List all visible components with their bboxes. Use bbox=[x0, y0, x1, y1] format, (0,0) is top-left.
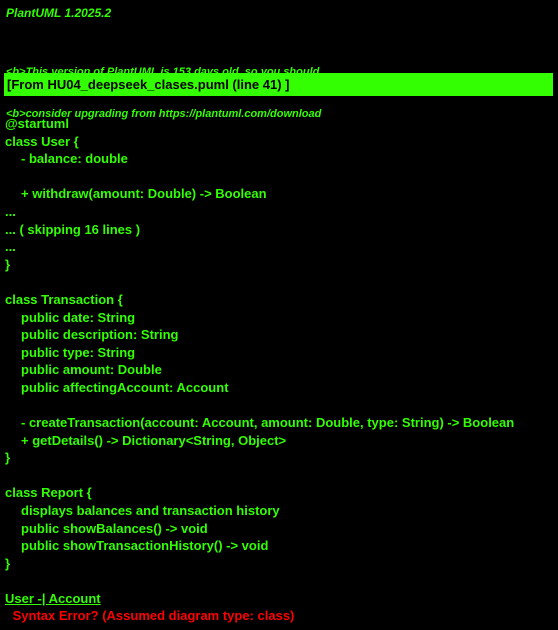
code-line: @startuml bbox=[5, 116, 69, 131]
code-line: public description: String bbox=[21, 327, 179, 343]
code-line: public showBalances() -> void bbox=[21, 520, 208, 536]
code-line: ... bbox=[5, 203, 16, 219]
plantuml-version: PlantUML 1.2025.2 bbox=[6, 6, 112, 20]
plantuml-error-image: PlantUML 1.2025.2 <b>This version of Pla… bbox=[0, 0, 558, 630]
code-line: public affectingAccount: Account bbox=[21, 379, 229, 395]
code-line: } bbox=[5, 555, 11, 571]
code-line: + withdraw(amount: Double) -> Boolean bbox=[21, 186, 267, 202]
code-line: + getDetails() -> Dictionary<String, Obj… bbox=[21, 432, 287, 448]
code-line: ... ( skipping 16 lines ) bbox=[5, 221, 141, 237]
code-line: displays balances and transaction histor… bbox=[21, 503, 280, 519]
code-line: } bbox=[5, 450, 11, 466]
error-code-line: User -| Account bbox=[5, 590, 514, 608]
error-code-text: User -| Account bbox=[5, 591, 101, 607]
code-line: public showTransactionHistory() -> void bbox=[21, 538, 269, 554]
code-line: - balance: double bbox=[21, 151, 128, 167]
code-line: ... bbox=[5, 239, 16, 255]
code-line: public type: String bbox=[21, 344, 136, 360]
code-line: class Transaction { bbox=[5, 291, 123, 307]
code-line: class User { bbox=[5, 133, 79, 149]
code-line: class Report { bbox=[5, 485, 92, 501]
source-code-listing: @startuml class User { - balance: double + … bbox=[5, 115, 514, 608]
code-line: } bbox=[5, 256, 11, 272]
source-file-banner: [From HU04_deepseek_clases.puml (line 41… bbox=[4, 73, 553, 96]
code-line: - createTransaction(account: Account, am… bbox=[21, 415, 515, 431]
code-line: public amount: Double bbox=[21, 362, 162, 378]
syntax-error-message: Syntax Error? (Assumed diagram type: cla… bbox=[9, 608, 295, 623]
code-line: public date: String bbox=[21, 309, 136, 325]
